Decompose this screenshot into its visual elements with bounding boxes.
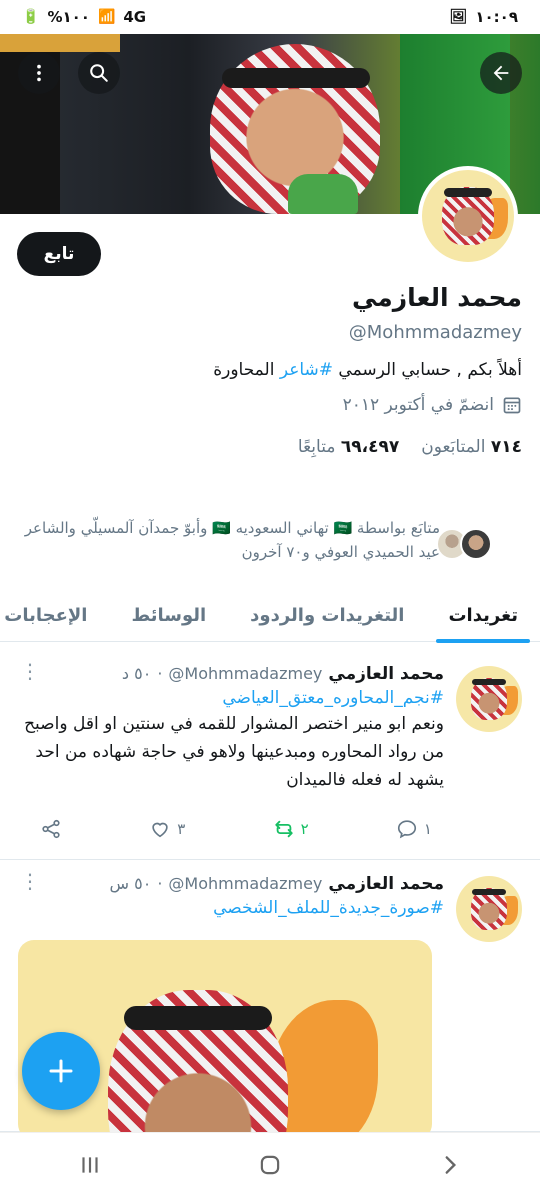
reply-icon <box>397 820 416 839</box>
battery-level: %١٠٠ <box>47 8 90 26</box>
tweet-actions: ١ ٢ ٣ <box>42 818 432 840</box>
notification-icon: 🖼 <box>449 9 468 25</box>
tweet-text: ونعم ابو منير اختصر المشوار للقمه في سنت… <box>24 714 444 790</box>
tab-tweets[interactable]: تغريدات <box>426 588 540 643</box>
profile-avatar[interactable] <box>418 166 518 266</box>
following-count: ٧١٤ <box>490 437 522 457</box>
avatar[interactable] <box>456 666 522 732</box>
system-nav-bar <box>0 1132 540 1200</box>
avatar-agal <box>444 188 492 197</box>
like-button[interactable]: ٣ <box>149 818 185 840</box>
like-count: ٣ <box>177 820 186 838</box>
chevron-right-icon <box>445 1155 457 1174</box>
profile-bio: أهلاً بكم , حسابي الرسمي #شاعر المحاورة <box>18 357 522 383</box>
tweet-hashtag[interactable]: #صورة_جديدة_للملف_الشخصي <box>18 898 444 918</box>
known-followers-line1: متابَع بواسطة 🇸🇦 تهاني السعوديه 🇸🇦 وأبوّ… <box>24 519 440 537</box>
tweet-dot: · <box>157 874 163 893</box>
retweet-button[interactable]: ٢ <box>273 818 309 840</box>
tweet-header: محمد العازمي @Mohmmadazmey · ٥٠ س <box>18 874 445 894</box>
followers-label: متابِعًا <box>297 437 336 457</box>
recent-apps-button[interactable] <box>77 1152 103 1182</box>
known-followers-line2: عيد الحميدي العوفي و٧٠ آخرون <box>241 543 440 561</box>
profile-stats: ٧١٤ المتابَعون ٦٩،٤٩٧ متابِعًا <box>18 437 522 457</box>
bio-prefix: أهلاً بكم , حسابي الرسمي <box>333 360 522 380</box>
avatar[interactable] <box>456 876 522 942</box>
back-button[interactable] <box>480 52 522 94</box>
signal-icon: 📶 <box>97 9 116 25</box>
tweet-author-handle: @Mohmmadazmey <box>168 664 323 683</box>
compose-tweet-button[interactable] <box>22 1032 100 1110</box>
profile-name: محمد العازمي <box>351 283 522 312</box>
retweet-count: ٢ <box>300 820 309 838</box>
plus-icon <box>49 1059 73 1083</box>
nav-back-button[interactable] <box>437 1152 463 1182</box>
tweet-body: محمد العازمي @Mohmmadazmey · ٥٠ د #نجم_ا… <box>18 664 444 794</box>
joined-text: انضمّ في أكتوبر ٢٠١٢ <box>342 395 494 415</box>
tweet-author-name: محمد العازمي <box>328 664 444 684</box>
joined-date: انضمّ في أكتوبر ٢٠١٢ <box>18 395 522 415</box>
reply-count: ١ <box>423 820 432 838</box>
media-agal <box>124 1006 272 1030</box>
tweet-body: محمد العازمي @Mohmmadazmey · ٥٠ س #صورة_… <box>18 874 445 918</box>
tweet-time: ٥٠ د <box>121 664 152 683</box>
banner-microphone <box>288 174 358 214</box>
tweet[interactable]: محمد العازمي @Mohmmadazmey · ٥٠ د #نجم_ا… <box>0 652 540 860</box>
avatar-agal <box>471 679 507 686</box>
recent-apps-icon <box>82 1156 98 1173</box>
heart-icon <box>152 822 168 838</box>
more-options-button[interactable] <box>18 52 60 94</box>
reply-button[interactable]: ١ <box>396 818 432 840</box>
tweet-header: محمد العازمي @Mohmmadazmey · ٥٠ د <box>18 664 444 684</box>
network-type: 4G <box>123 8 147 26</box>
profile-handle: @Mohmmadazmey <box>348 322 522 343</box>
avatar-agal <box>471 889 507 896</box>
home-button[interactable] <box>257 1152 283 1182</box>
followers-count: ٦٩،٤٩٧ <box>340 437 400 457</box>
profile-info: محمد العازمي @Mohmmadazmey أهلاً بكم , ح… <box>18 280 522 457</box>
calendar-icon <box>503 397 521 414</box>
following-label: المتابَعون <box>421 437 486 457</box>
bio-hashtag[interactable]: #شاعر <box>280 360 333 380</box>
profile-tabs: تغريدات التغريدات والردود الوسائط الإعجا… <box>0 588 540 643</box>
status-right: 🖼 ١٠:٠٩ <box>450 8 518 26</box>
search-button[interactable] <box>78 52 120 94</box>
tweet-more-button[interactable]: ⋮ <box>20 871 40 891</box>
tab-likes[interactable]: الإعجابات <box>0 588 109 642</box>
tweet-hashtag[interactable]: #نجم_المحاوره_معتق_العياضي <box>18 688 444 708</box>
banner-agal <box>222 68 370 88</box>
arrow-left-icon <box>493 65 509 81</box>
retweet-icon <box>274 820 293 838</box>
following-stat[interactable]: ٧١٤ المتابَعون <box>421 437 522 457</box>
banner-gold-strip <box>0 34 120 52</box>
status-time: ١٠:٠٩ <box>475 8 518 26</box>
known-followers[interactable]: متابَع بواسطة 🇸🇦 تهاني السعوديه 🇸🇦 وأبوّ… <box>0 516 496 576</box>
tweet-time: ٥٠ س <box>109 874 152 893</box>
followers-stat[interactable]: ٦٩،٤٩٧ متابِعًا <box>298 437 399 457</box>
home-icon <box>260 1155 280 1174</box>
status-bar: 🔋 %١٠٠ 📶 4G 🖼 ١٠:٠٩ <box>0 0 540 34</box>
share-icon <box>42 819 60 839</box>
tweet-dot: · <box>157 664 163 683</box>
tweet-author-name: محمد العازمي <box>328 874 444 894</box>
search-icon <box>90 64 108 82</box>
status-left: 🔋 %١٠٠ 📶 4G <box>22 8 146 26</box>
tab-tweets-replies[interactable]: التغريدات والردود <box>228 588 426 642</box>
more-vertical-icon <box>37 64 41 82</box>
tweet-more-button[interactable]: ⋮ <box>20 661 40 681</box>
share-button[interactable] <box>40 818 62 840</box>
battery-icon: 🔋 <box>22 9 40 25</box>
tweet-author-handle: @Mohmmadazmey <box>168 874 323 893</box>
follow-button[interactable]: تابع <box>17 232 101 276</box>
tab-media[interactable]: الوسائط <box>109 588 228 642</box>
bio-suffix: المحاورة <box>213 360 280 380</box>
